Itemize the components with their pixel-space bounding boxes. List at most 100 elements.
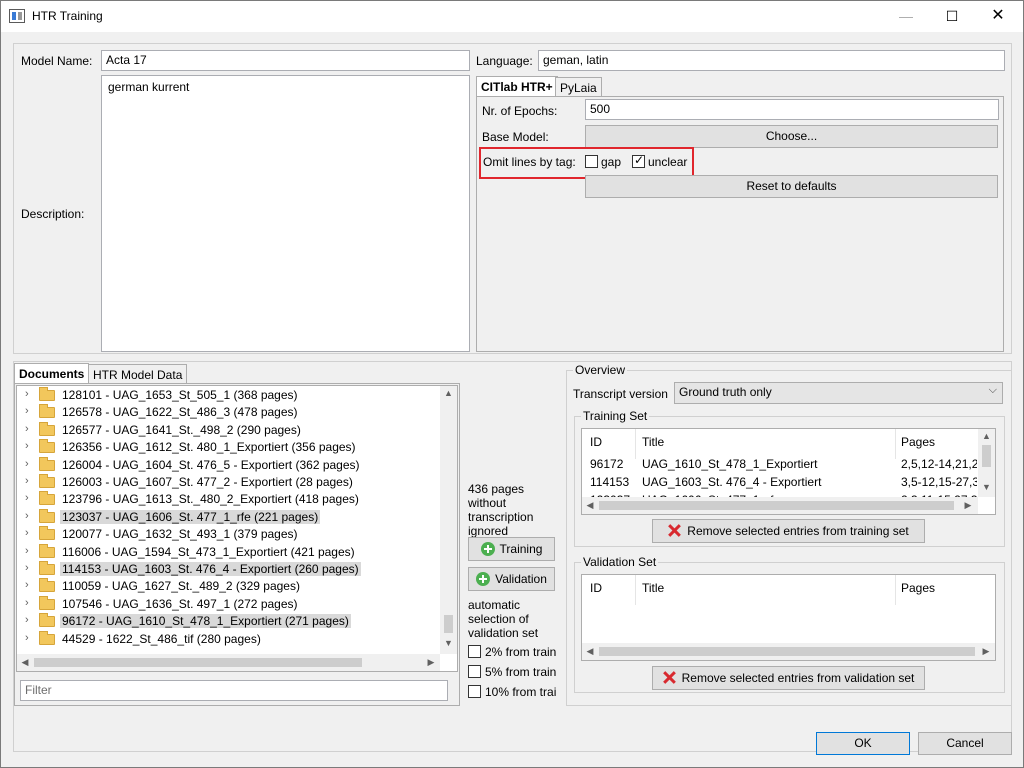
transcript-version-value: Ground truth only	[679, 385, 772, 399]
auto-option-5-percent[interactable]: 5% from training	[468, 665, 557, 679]
training-col-id[interactable]: ID	[590, 435, 602, 449]
document-tree-item[interactable]: › 123037 - UAG_1606_St. 477_1_rfe (221 pa…	[17, 508, 440, 526]
document-tree-item-label: 126356 - UAG_1612_St. 480_1_Exportiert (…	[62, 440, 356, 455]
document-tree-item[interactable]: › 120077 - UAG_1632_St_493_1 (379 pages)	[17, 526, 440, 543]
scroll-left-arrow-icon[interactable]: ◀	[584, 646, 596, 657]
document-tree-item[interactable]: › 126577 - UAG_1641_St._498_2 (290 pages)	[17, 421, 440, 439]
document-tree-item[interactable]: › 96172 - UAG_1610_St_478_1_Exportiert (2…	[17, 613, 440, 630]
scroll-right-arrow-icon[interactable]: ▶	[980, 646, 992, 657]
column-separator	[895, 575, 896, 605]
training-hscrollbar[interactable]: ◀ ▶	[582, 497, 978, 514]
filter-input[interactable]: Filter	[20, 680, 448, 701]
training-col-pages[interactable]: Pages	[901, 435, 935, 449]
model-name-input[interactable]: Acta 17	[101, 50, 470, 71]
validation-col-title[interactable]: Title	[642, 581, 664, 595]
scroll-up-arrow-icon[interactable]: ▲	[440, 388, 457, 398]
document-tree-item[interactable]: › 44529 - 1622_St_486_tif (280 pages)	[17, 630, 440, 648]
scroll-thumb[interactable]	[444, 615, 453, 633]
description-label: Description:	[21, 207, 85, 221]
scroll-left-arrow-icon[interactable]: ◀	[584, 500, 596, 511]
auto-option-10-percent[interactable]: 10% from training	[468, 685, 557, 699]
training-cell-title[interactable]: UAG_1610_St_478_1_Exportiert	[642, 457, 892, 471]
expand-chevron-icon[interactable]: ›	[25, 545, 29, 557]
auto-option-checkbox[interactable]	[468, 645, 481, 658]
document-tree-item[interactable]: › 126004 - UAG_1604_St. 476_5 - Exportier…	[17, 456, 440, 474]
document-tree-item[interactable]: › 116006 - UAG_1594_St_473_1_Exportiert (…	[17, 543, 440, 561]
expand-chevron-icon[interactable]: ›	[25, 492, 29, 504]
scroll-left-arrow-icon[interactable]: ◀	[19, 657, 31, 668]
expand-chevron-icon[interactable]: ›	[25, 475, 29, 487]
training-cell-pages[interactable]: 2,5,12-14,21,2	[901, 457, 977, 471]
remove-training-entries-button[interactable]: Remove selected entries from training se…	[652, 519, 925, 543]
epochs-input[interactable]: 500	[585, 99, 999, 120]
auto-option-checkbox[interactable]	[468, 685, 481, 698]
validation-hscrollbar[interactable]: ◀ ▶	[582, 643, 995, 660]
ok-button[interactable]: OK	[816, 732, 910, 755]
scroll-down-arrow-icon[interactable]: ▼	[440, 638, 457, 648]
tab-citlab-htr[interactable]: CITlab HTR+	[476, 76, 558, 97]
add-to-validation-button[interactable]: Validation	[468, 567, 555, 591]
language-input[interactable]: geman, latin	[538, 50, 1005, 71]
training-vscrollbar[interactable]: ▲ ▼	[978, 429, 995, 497]
document-tree-item[interactable]: › 114153 - UAG_1603_St. 476_4 - Exportier…	[17, 561, 440, 578]
epochs-label: Nr. of Epochs:	[482, 104, 558, 118]
scroll-thumb[interactable]	[34, 658, 362, 667]
validation-col-pages[interactable]: Pages	[901, 581, 935, 595]
training-cell-id[interactable]: 96172	[590, 457, 634, 471]
scroll-thumb[interactable]	[599, 647, 975, 656]
remove-validation-entries-button[interactable]: Remove selected entries from validation …	[652, 666, 925, 690]
validation-col-id[interactable]: ID	[590, 581, 602, 595]
expand-chevron-icon[interactable]: ›	[25, 614, 29, 626]
document-tree-item[interactable]: › 123796 - UAG_1613_St._480_2_Exportiert …	[17, 491, 440, 508]
add-to-training-button[interactable]: Training	[468, 537, 555, 561]
scroll-thumb[interactable]	[599, 501, 954, 510]
maximize-button[interactable]: ☐	[929, 1, 975, 32]
transcript-version-select[interactable]: Ground truth only ⌵	[674, 382, 1003, 404]
document-tree-item[interactable]: › 107546 - UAG_1636_St. 497_1 (272 pages)	[17, 595, 440, 613]
training-cell-pages[interactable]: 3,5-12,15-27,3	[901, 475, 977, 489]
tab-htr-model-data[interactable]: HTR Model Data	[88, 364, 188, 384]
scroll-right-arrow-icon[interactable]: ▶	[425, 657, 437, 668]
folder-icon	[39, 421, 55, 436]
description-textarea[interactable]: german kurrent	[101, 75, 470, 352]
document-tree-item[interactable]: › 110059 - UAG_1627_St._489_2 (329 pages)	[17, 578, 440, 595]
auto-option-checkbox[interactable]	[468, 665, 481, 678]
scroll-right-arrow-icon[interactable]: ▶	[962, 500, 974, 511]
folder-icon	[39, 578, 55, 593]
expand-chevron-icon[interactable]: ›	[25, 527, 29, 539]
expand-chevron-icon[interactable]: ›	[25, 562, 29, 574]
expand-chevron-icon[interactable]: ›	[25, 597, 29, 609]
tab-pylaia[interactable]: PyLaia	[555, 77, 602, 97]
expand-chevron-icon[interactable]: ›	[25, 458, 29, 470]
choose-base-model-button[interactable]: Choose...	[585, 125, 998, 148]
expand-chevron-icon[interactable]: ›	[25, 632, 29, 644]
scroll-up-arrow-icon[interactable]: ▲	[978, 431, 995, 441]
document-tree-item[interactable]: › 128101 - UAG_1653_St_505_1 (368 pages)	[17, 387, 440, 404]
expand-chevron-icon[interactable]: ›	[25, 405, 29, 417]
minimize-button[interactable]: —	[883, 1, 929, 32]
document-tree-item[interactable]: › 126003 - UAG_1607_St. 477_2 - Exportier…	[17, 474, 440, 491]
training-cell-title[interactable]: UAG_1603_St. 476_4 - Exportiert	[642, 475, 892, 489]
expand-chevron-icon[interactable]: ›	[25, 510, 29, 522]
expand-chevron-icon[interactable]: ›	[25, 388, 29, 400]
training-cell-id[interactable]: 114153	[590, 475, 634, 489]
base-model-label: Base Model:	[482, 130, 549, 144]
training-col-title[interactable]: Title	[642, 435, 664, 449]
tab-documents[interactable]: Documents	[14, 363, 90, 384]
cancel-button[interactable]: Cancel	[918, 732, 1012, 755]
scroll-down-arrow-icon[interactable]: ▼	[978, 482, 995, 492]
unclear-checkbox[interactable]	[632, 153, 645, 168]
scroll-thumb[interactable]	[982, 445, 991, 467]
reset-defaults-button[interactable]: Reset to defaults	[585, 175, 998, 198]
document-tree-item[interactable]: › 126578 - UAG_1622_St_486_3 (478 pages)	[17, 404, 440, 421]
close-button[interactable]: ✕	[975, 1, 1021, 32]
tree-vscrollbar[interactable]: ▲ ▼	[440, 386, 457, 654]
gap-checkbox[interactable]	[585, 155, 598, 168]
expand-chevron-icon[interactable]: ›	[25, 423, 29, 435]
tree-hscrollbar[interactable]: ◀ ▶	[17, 654, 440, 671]
expand-chevron-icon[interactable]: ›	[25, 579, 29, 591]
training-set-table: ID Title Pages 96172 UAG_1610_St_478_1_Ex…	[581, 428, 996, 515]
expand-chevron-icon[interactable]: ›	[25, 440, 29, 452]
auto-option-2-percent[interactable]: 2% from training	[468, 645, 557, 659]
document-tree-item[interactable]: › 126356 - UAG_1612_St. 480_1_Exportiert …	[17, 439, 440, 456]
